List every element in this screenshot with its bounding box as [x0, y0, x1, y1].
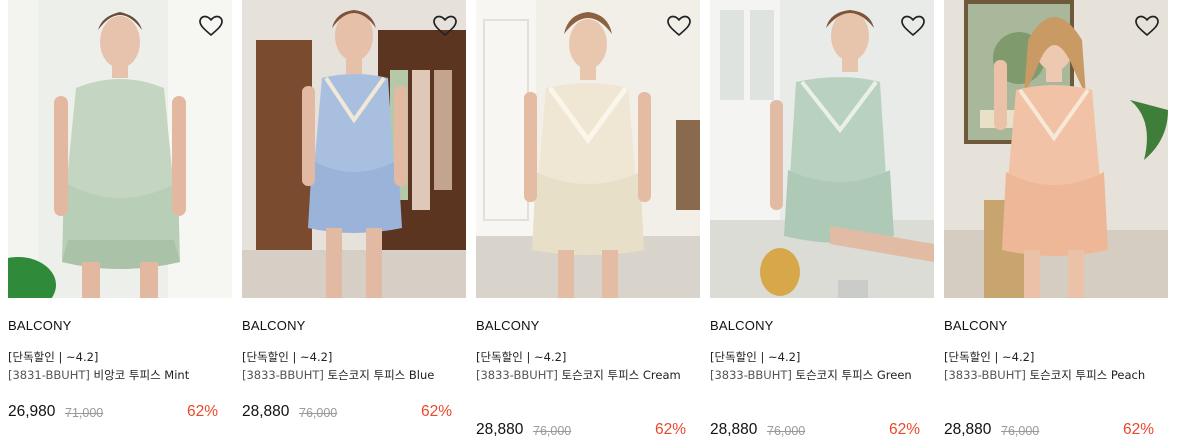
product-code: [3833-BBUHT] — [476, 368, 558, 382]
product-photo-scene — [710, 0, 934, 298]
product-name: 비앙코 투피스 Mint — [93, 368, 190, 382]
price-row: 28,880 76,000 62% — [944, 421, 1168, 441]
discount-rate: 62% — [1122, 421, 1154, 438]
heart-outline-icon[interactable] — [900, 14, 926, 38]
original-price: 76,000 — [299, 406, 338, 420]
brand-name[interactable]: BALCONY — [944, 318, 1008, 333]
product-title[interactable]: [3833-BBUHT] 토슨코지 투피스 Green — [710, 366, 932, 384]
product-title[interactable]: [3833-BBUHT] 토슨코지 투피스 Cream — [476, 366, 698, 384]
product-card[interactable]: BALCONY [단독할인 | ~4.2] [3833-BBUHT] 토슨코지 … — [476, 0, 700, 438]
product-image[interactable] — [8, 0, 232, 298]
brand-name[interactable]: BALCONY — [710, 318, 774, 333]
promo-tag: [단독할인 | ~4.2] — [242, 350, 333, 364]
promo-tag: [단독할인 | ~4.2] — [476, 350, 567, 364]
original-price: 76,000 — [767, 424, 806, 438]
product-title[interactable]: [3833-BBUHT] 토슨코지 투피스 Blue — [242, 366, 464, 384]
promo-tag: [단독할인 | ~4.2] — [944, 350, 1035, 364]
sale-price: 28,880 — [944, 421, 992, 438]
brand-name[interactable]: BALCONY — [242, 318, 306, 333]
discount-rate: 62% — [888, 421, 920, 438]
product-image[interactable] — [242, 0, 466, 298]
product-code: [3833-BBUHT] — [944, 368, 1026, 382]
original-price: 71,000 — [65, 406, 104, 420]
sale-price: 26,980 — [8, 403, 56, 420]
product-image[interactable] — [476, 0, 700, 298]
product-title[interactable]: [3833-BBUHT] 토슨코지 투피스 Peach — [944, 366, 1166, 384]
product-card[interactable]: BALCONY [단독할인 | ~4.2] [3833-BBUHT] 토슨코지 … — [710, 0, 934, 438]
promo-tag: [단독할인 | ~4.2] — [8, 350, 99, 364]
product-name: 토슨코지 투피스 Blue — [327, 368, 435, 382]
product-photo-scene — [242, 0, 466, 298]
discount-rate: 62% — [186, 403, 218, 420]
price-row: 28,880 76,000 62% — [242, 403, 466, 423]
heart-outline-icon[interactable] — [432, 14, 458, 38]
product-name: 토슨코지 투피스 Peach — [1029, 368, 1146, 382]
product-photo-scene — [944, 0, 1168, 298]
product-code: [3833-BBUHT] — [710, 368, 792, 382]
product-card[interactable]: BALCONY [단독할인 | ~4.2] [3831-BBUHT] 비앙코 투… — [8, 0, 232, 438]
heart-outline-icon[interactable] — [1134, 14, 1160, 38]
product-card[interactable]: BALCONY [단독할인 | ~4.2] [3833-BBUHT] 토슨코지 … — [242, 0, 466, 438]
discount-rate: 62% — [420, 403, 452, 420]
price-row: 28,880 76,000 62% — [710, 421, 934, 441]
product-code: [3833-BBUHT] — [242, 368, 324, 382]
product-image[interactable] — [710, 0, 934, 298]
product-code: [3831-BBUHT] — [8, 368, 90, 382]
sale-price: 28,880 — [242, 403, 290, 420]
price-row: 28,880 76,000 62% — [476, 421, 700, 441]
product-title[interactable]: [3831-BBUHT] 비앙코 투피스 Mint — [8, 366, 230, 384]
product-card[interactable]: BALCONY [단독할인 | ~4.2] [3833-BBUHT] 토슨코지 … — [944, 0, 1168, 438]
product-photo-scene — [476, 0, 700, 298]
product-image[interactable] — [944, 0, 1168, 298]
heart-outline-icon[interactable] — [666, 14, 692, 38]
brand-name[interactable]: BALCONY — [476, 318, 540, 333]
heart-outline-icon[interactable] — [198, 14, 224, 38]
sale-price: 28,880 — [710, 421, 758, 438]
original-price: 76,000 — [533, 424, 572, 438]
product-photo-scene — [8, 0, 232, 298]
discount-rate: 62% — [654, 421, 686, 438]
price-row: 26,980 71,000 62% — [8, 403, 232, 423]
product-name: 토슨코지 투피스 Cream — [561, 368, 681, 382]
original-price: 76,000 — [1001, 424, 1040, 438]
brand-name[interactable]: BALCONY — [8, 318, 72, 333]
sale-price: 28,880 — [476, 421, 524, 438]
product-grid: BALCONY [단독할인 | ~4.2] [3831-BBUHT] 비앙코 투… — [8, 0, 1188, 438]
product-name: 토슨코지 투피스 Green — [795, 368, 912, 382]
promo-tag: [단독할인 | ~4.2] — [710, 350, 801, 364]
